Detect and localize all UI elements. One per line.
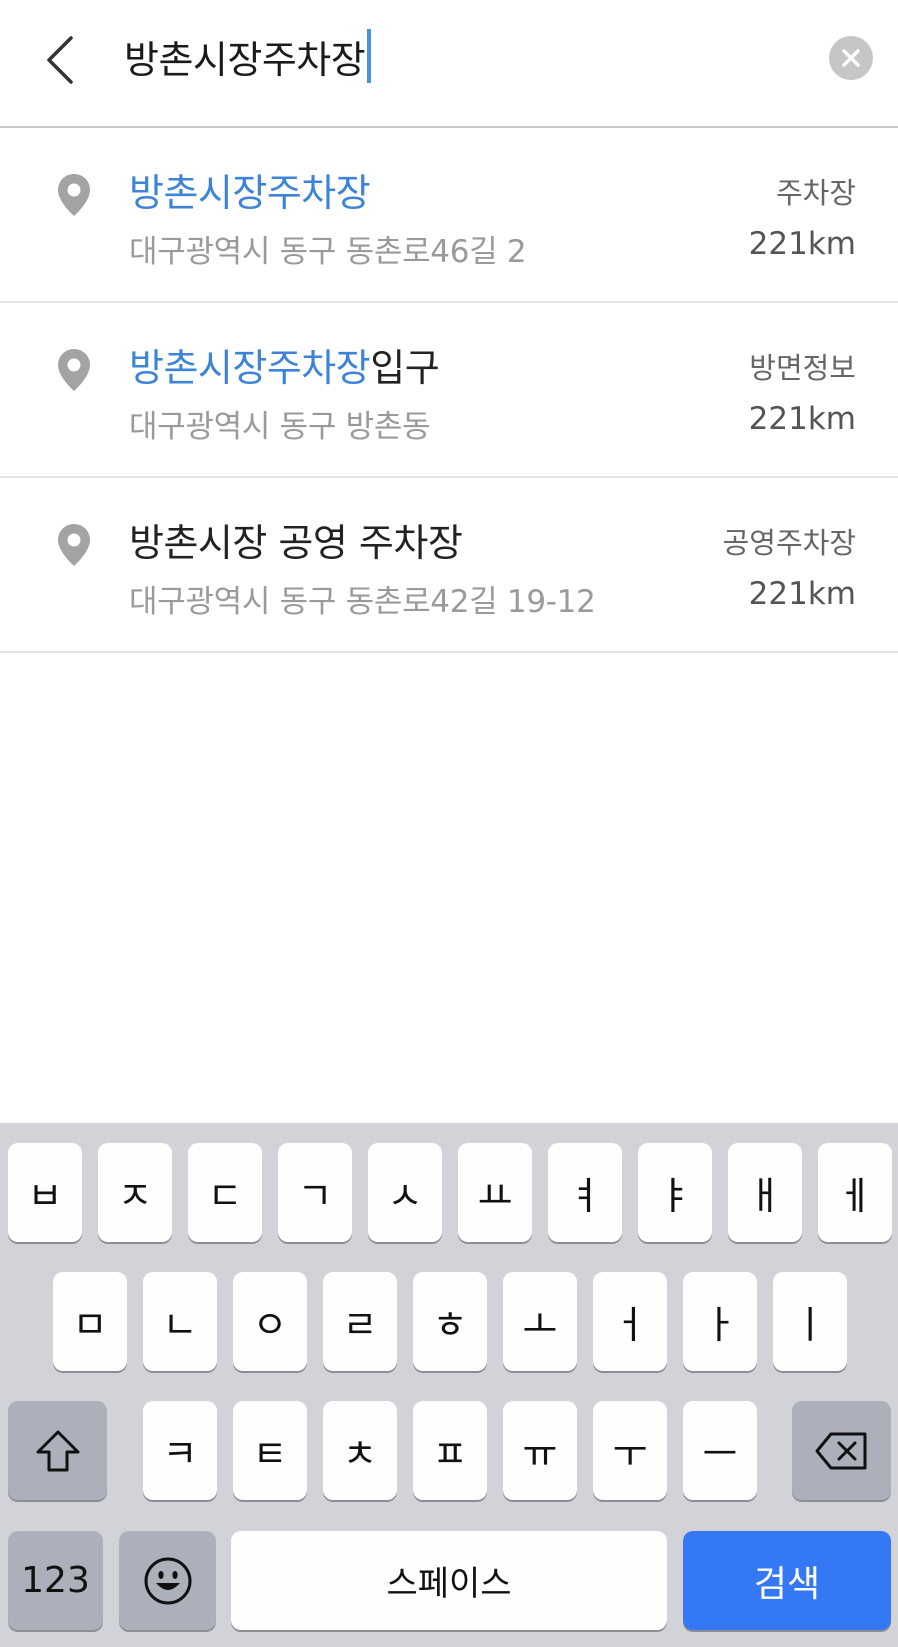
text-caret xyxy=(367,29,372,83)
key-letter[interactable]: ㅇ xyxy=(233,1272,307,1371)
key-letter[interactable]: ㅋ xyxy=(143,1401,217,1500)
key-letter[interactable]: ㅠ xyxy=(503,1401,577,1500)
shift-key[interactable] xyxy=(8,1401,107,1500)
map-pin-icon xyxy=(58,524,90,566)
result-address: 대구광역시 동구 동촌로42길 19-12 xyxy=(129,584,596,620)
shift-icon xyxy=(36,1430,79,1471)
result-category: 공영주차장 xyxy=(722,526,856,560)
numbers-key[interactable]: 123 xyxy=(8,1531,103,1630)
result-title: 방촌시장 공영 주차장 xyxy=(129,512,463,567)
clear-search-button[interactable] xyxy=(829,36,873,80)
result-title: 방촌시장주차장 xyxy=(129,162,371,217)
space-key[interactable]: 스페이스 xyxy=(231,1531,667,1630)
result-title-rest: 입구 xyxy=(370,346,440,390)
search-results-list: 방촌시장주차장 대구광역시 동구 동촌로46길 2 주차장 221km 방촌시장… xyxy=(0,128,898,653)
search-result-item[interactable]: 방촌시장주차장입구 대구광역시 동구 방촌동 방면정보 221km xyxy=(0,303,898,478)
key-letter[interactable]: ㅡ xyxy=(683,1401,757,1500)
result-title: 방촌시장주차장입구 xyxy=(129,337,440,392)
search-result-item[interactable]: 방촌시장 공영 주차장 대구광역시 동구 동촌로42길 19-12 공영주차장 … xyxy=(0,478,898,653)
result-address: 대구광역시 동구 방촌동 xyxy=(129,409,431,445)
emoji-icon xyxy=(144,1557,191,1604)
search-input[interactable]: 방촌시장주차장 xyxy=(124,24,372,88)
key-letter[interactable]: ㄹ xyxy=(323,1272,397,1371)
key-letter[interactable]: ㅣ xyxy=(773,1272,847,1371)
key-letter[interactable]: ㅂ xyxy=(8,1143,82,1242)
search-key[interactable]: 검색 xyxy=(683,1531,891,1630)
key-letter[interactable]: ㅅ xyxy=(368,1143,442,1242)
chevron-left-icon xyxy=(47,36,73,84)
key-letter[interactable]: ㅕ xyxy=(548,1143,622,1242)
result-address: 대구광역시 동구 동촌로46길 2 xyxy=(129,234,527,270)
backspace-icon xyxy=(815,1432,866,1469)
key-letter[interactable]: ㅗ xyxy=(503,1272,577,1371)
key-letter[interactable]: ㅛ xyxy=(458,1143,532,1242)
result-category: 방면정보 xyxy=(749,351,856,385)
search-result-item[interactable]: 방촌시장주차장 대구광역시 동구 동촌로46길 2 주차장 221km xyxy=(0,128,898,303)
result-distance: 221km xyxy=(748,226,856,262)
map-pin-icon xyxy=(58,174,90,216)
key-letter[interactable]: ㅑ xyxy=(638,1143,712,1242)
key-letter[interactable]: ㅈ xyxy=(98,1143,172,1242)
key-letter[interactable]: ㅏ xyxy=(683,1272,757,1371)
key-letter[interactable]: ㅁ xyxy=(53,1272,127,1371)
back-button[interactable] xyxy=(40,30,80,90)
key-letter[interactable]: ㄱ xyxy=(278,1143,352,1242)
result-title-highlight: 방촌시장주차장 xyxy=(129,346,371,390)
result-category: 주차장 xyxy=(775,176,856,210)
key-letter[interactable]: ㅊ xyxy=(323,1401,397,1500)
result-title-rest: 방촌시장 공영 주차장 xyxy=(129,521,463,565)
search-query-text: 방촌시장주차장 xyxy=(124,37,366,82)
key-letter[interactable]: ㅎ xyxy=(413,1272,487,1371)
key-letter[interactable]: ㄷ xyxy=(188,1143,262,1242)
key-letter[interactable]: ㅍ xyxy=(413,1401,487,1500)
close-icon xyxy=(842,49,860,67)
map-pin-icon xyxy=(58,349,90,391)
korean-keyboard: ㅂ ㅈ ㄷ ㄱ ㅅ ㅛ ㅕ ㅑ ㅐ ㅔ ㅁ ㄴ ㅇ ㄹ ㅎ ㅗ ㅓ ㅏ ㅣ ㅋ … xyxy=(0,1123,898,1647)
key-letter[interactable]: ㅓ xyxy=(593,1272,667,1371)
key-letter[interactable]: ㅌ xyxy=(233,1401,307,1500)
emoji-key[interactable] xyxy=(119,1531,216,1630)
result-distance: 221km xyxy=(748,576,856,612)
key-letter[interactable]: ㅔ xyxy=(818,1143,892,1242)
key-letter[interactable]: ㅐ xyxy=(728,1143,802,1242)
backspace-key[interactable] xyxy=(792,1401,891,1500)
key-letter[interactable]: ㅜ xyxy=(593,1401,667,1500)
result-distance: 221km xyxy=(748,401,856,437)
key-letter[interactable]: ㄴ xyxy=(143,1272,217,1371)
result-title-highlight: 방촌시장주차장 xyxy=(129,171,371,215)
search-bar: 방촌시장주차장 xyxy=(0,0,898,128)
